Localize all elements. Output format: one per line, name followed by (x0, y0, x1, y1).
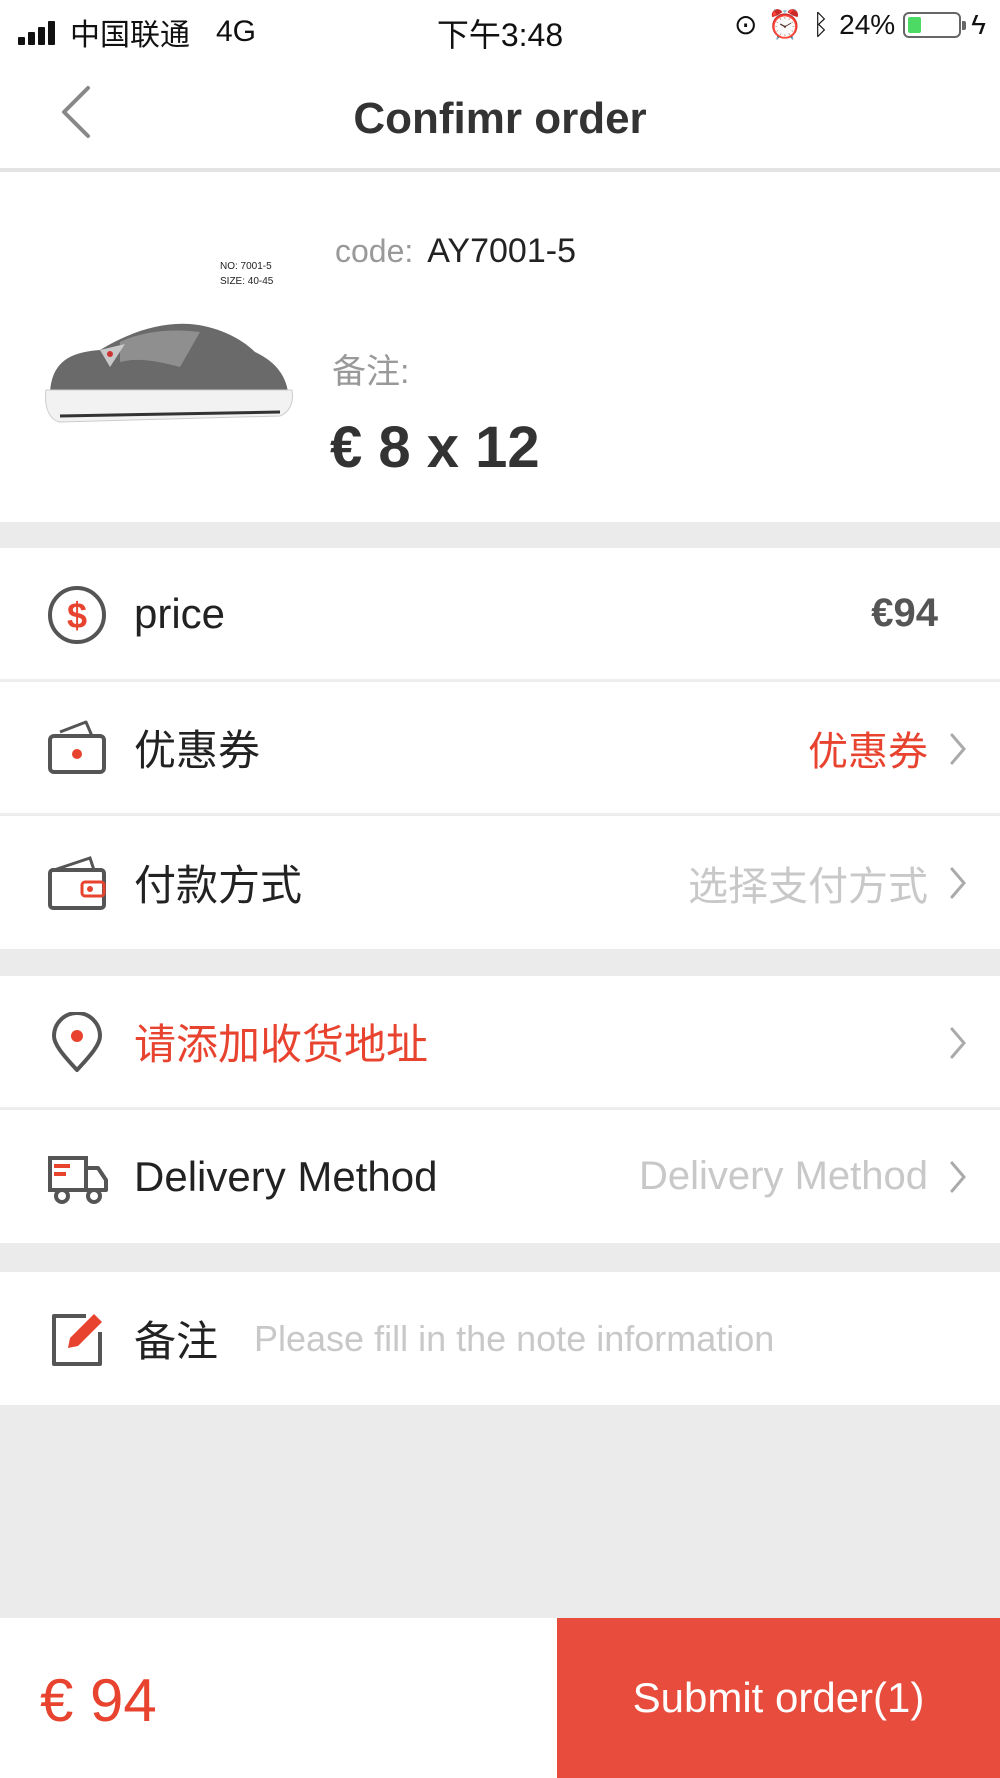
product-code-label: code: (335, 233, 414, 269)
page-title: Confimr order (353, 94, 647, 143)
rotation-lock-icon: ⊙ (733, 9, 758, 40)
coupon-row[interactable]: 优惠券 优惠券 (0, 682, 1000, 815)
address-row[interactable]: 请添加收货地址 (0, 976, 1000, 1109)
truck-icon (48, 1156, 108, 1204)
price-row: $ price €94 (0, 548, 1000, 681)
location-pin-icon (52, 1012, 102, 1072)
note-row: 备注 Please fill in the note information (0, 1272, 1000, 1405)
product-price: € 8 x 12 (330, 415, 540, 480)
status-right: ⊙ ⏰ ᛒ 24% ϟ (724, 8, 986, 41)
coupon-value: 优惠券 (808, 729, 928, 774)
delivery-label: Delivery Method (134, 1152, 438, 1200)
product-image-text-size: SIZE: 40-45 (220, 276, 274, 287)
note-label: 备注 (134, 1318, 219, 1365)
battery-percent: 24% (839, 8, 896, 40)
bluetooth-icon: ᛒ (812, 8, 830, 40)
chevron-right-icon (950, 1161, 966, 1193)
charging-icon: ϟ (971, 8, 986, 40)
edit-note-icon (52, 1314, 102, 1366)
delivery-value: Delivery Method (638, 1154, 928, 1198)
battery-icon (903, 11, 967, 38)
total-amount: € 94 (40, 1667, 157, 1734)
note-input[interactable]: Please fill in the note information (254, 1318, 774, 1360)
delivery-row[interactable]: Delivery Method Delivery Method (0, 1110, 1000, 1243)
alarm-icon: ⏰ (767, 9, 803, 40)
address-label: 请添加收货地址 (134, 1021, 429, 1068)
dollar-icon: $ (48, 586, 106, 644)
chevron-right-icon (950, 1027, 966, 1059)
payment-row[interactable]: 付款方式 选择支付方式 (0, 816, 1000, 949)
chevron-right-icon (950, 867, 966, 899)
coupon-label: 优惠券 (134, 727, 261, 774)
nav-bar: Confimr order (0, 56, 1000, 172)
price-label: price (134, 589, 226, 637)
submit-order-button[interactable]: Submit order(1) (557, 1618, 1000, 1778)
coupon-icon (48, 720, 106, 774)
product-image: NO: 7001-5 SIZE: 40-45 (45, 261, 293, 423)
svg-text:$: $ (67, 595, 87, 636)
payment-value: 选择支付方式 (688, 864, 928, 909)
product-card: NO: 7001-5 SIZE: 40-45 code: AY7001-5 备注:… (0, 172, 1000, 522)
status-bar: 中国联通 4G 下午3:48 ⊙ ⏰ ᛒ 24% ϟ (0, 0, 1000, 56)
payment-label: 付款方式 (134, 862, 303, 909)
product-note-label: 备注: (332, 353, 410, 391)
bottom-bar: € 94 Submit order(1) (0, 1618, 1000, 1778)
product-image-text-no: NO: 7001-5 (220, 261, 272, 272)
wallet-icon (48, 856, 106, 910)
chevron-right-icon (950, 733, 966, 765)
product-code-value: AY7001-5 (427, 232, 576, 270)
price-value: €94 (871, 591, 938, 635)
product-code: code: AY7001-5 (335, 232, 576, 271)
